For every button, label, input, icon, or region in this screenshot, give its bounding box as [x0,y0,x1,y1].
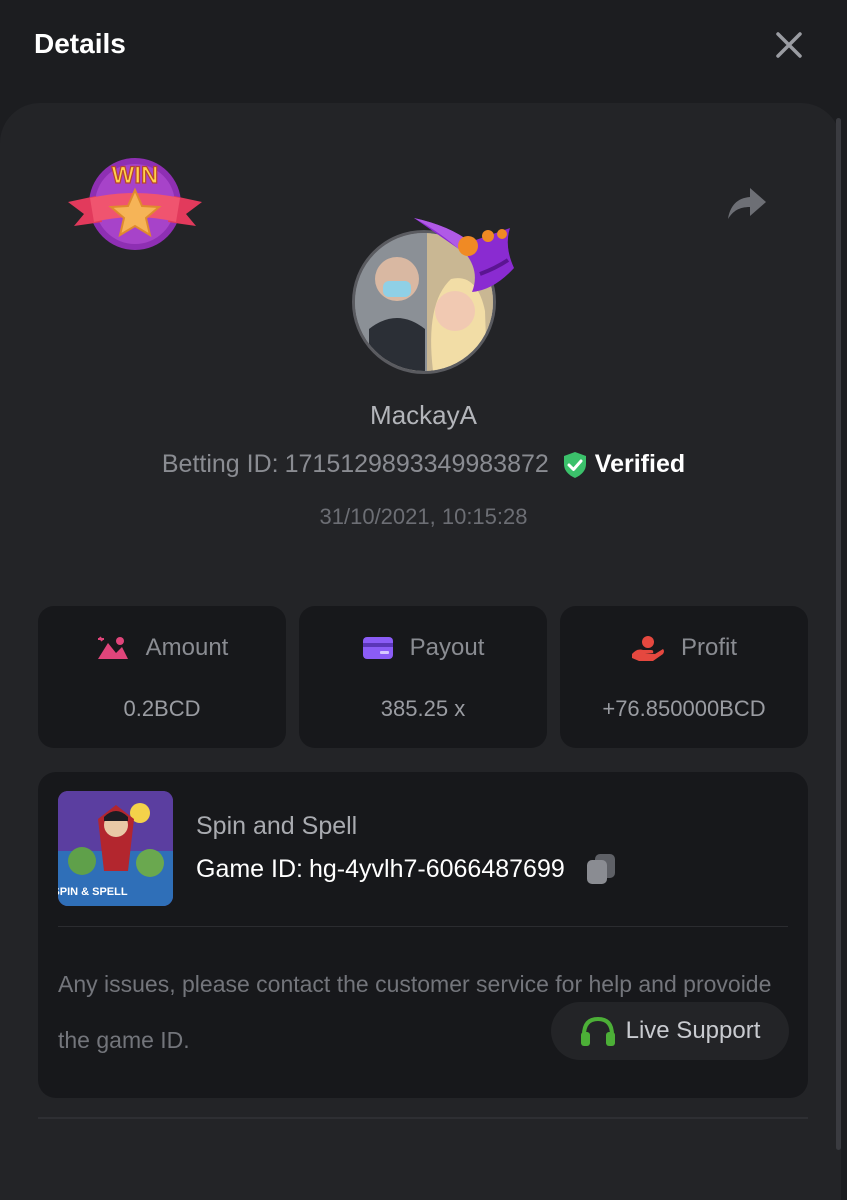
share-button[interactable] [724,184,770,224]
payout-label: Payout [409,634,485,661]
details-page: Details WIN MackayA Betting ID: 17151298… [0,0,847,1200]
game-thumbnail[interactable]: SPIN & SPELL [58,791,173,906]
profit-value: +76.850000BCD [602,696,766,721]
betting-id-row: Betting ID: 1715129893349983872 Verified [0,450,847,479]
profit-label: Profit [680,634,737,661]
verified-label: Verified [594,450,686,478]
payout-value: 385.25 x [380,696,466,721]
page-title: Details [34,28,126,59]
stat-amount: Amount 0.2BCD [38,606,286,748]
game-id-value: hg-4yvlh7-6066487699 [308,854,565,883]
card-icon [362,637,393,659]
amount-icon [97,636,128,659]
betting-id-value: 1715129893349983872 [284,450,549,478]
verified-badge: Verified [563,450,685,479]
copy-button[interactable] [585,852,617,886]
bet-timestamp: 31/10/2021, 10:15:28 [319,504,528,529]
betting-id-label: Betting ID: [161,450,279,478]
header: Details [0,0,847,96]
live-support-button[interactable]: Live Support [551,1002,789,1060]
hand-coin-icon [631,636,664,661]
win-badge-icon: WIN [68,158,202,250]
game-thumbnail-title: SPIN & SPELL [58,886,128,898]
bottom-divider [38,1117,808,1119]
stat-profit: Profit +76.850000BCD [560,606,808,748]
copy-icon [586,854,615,884]
divider [58,926,788,927]
username: MackayA [370,400,477,430]
stat-payout: Payout 385.25 x [299,606,547,748]
close-button[interactable] [770,26,808,64]
close-icon [776,32,802,58]
game-id-row: Game ID: hg-4yvlh7-6066487699 [196,852,617,886]
game-id-label: Game ID: [196,854,303,883]
verified-shield-icon [563,451,586,478]
amount-label: Amount [145,634,229,661]
share-icon [728,188,766,219]
witch-hat-icon [414,218,514,292]
game-card: SPIN & SPELL Spin and Spell Game ID: hg-… [38,772,808,1098]
game-thumbnail-art: SPIN & SPELL [58,791,173,906]
game-name: Spin and Spell [196,812,358,840]
headset-icon [580,1016,615,1046]
scrollbar[interactable] [836,118,841,1150]
live-support-label: Live Support [625,1017,761,1044]
win-badge-text: WIN [112,162,159,189]
amount-value: 0.2BCD [123,696,201,721]
